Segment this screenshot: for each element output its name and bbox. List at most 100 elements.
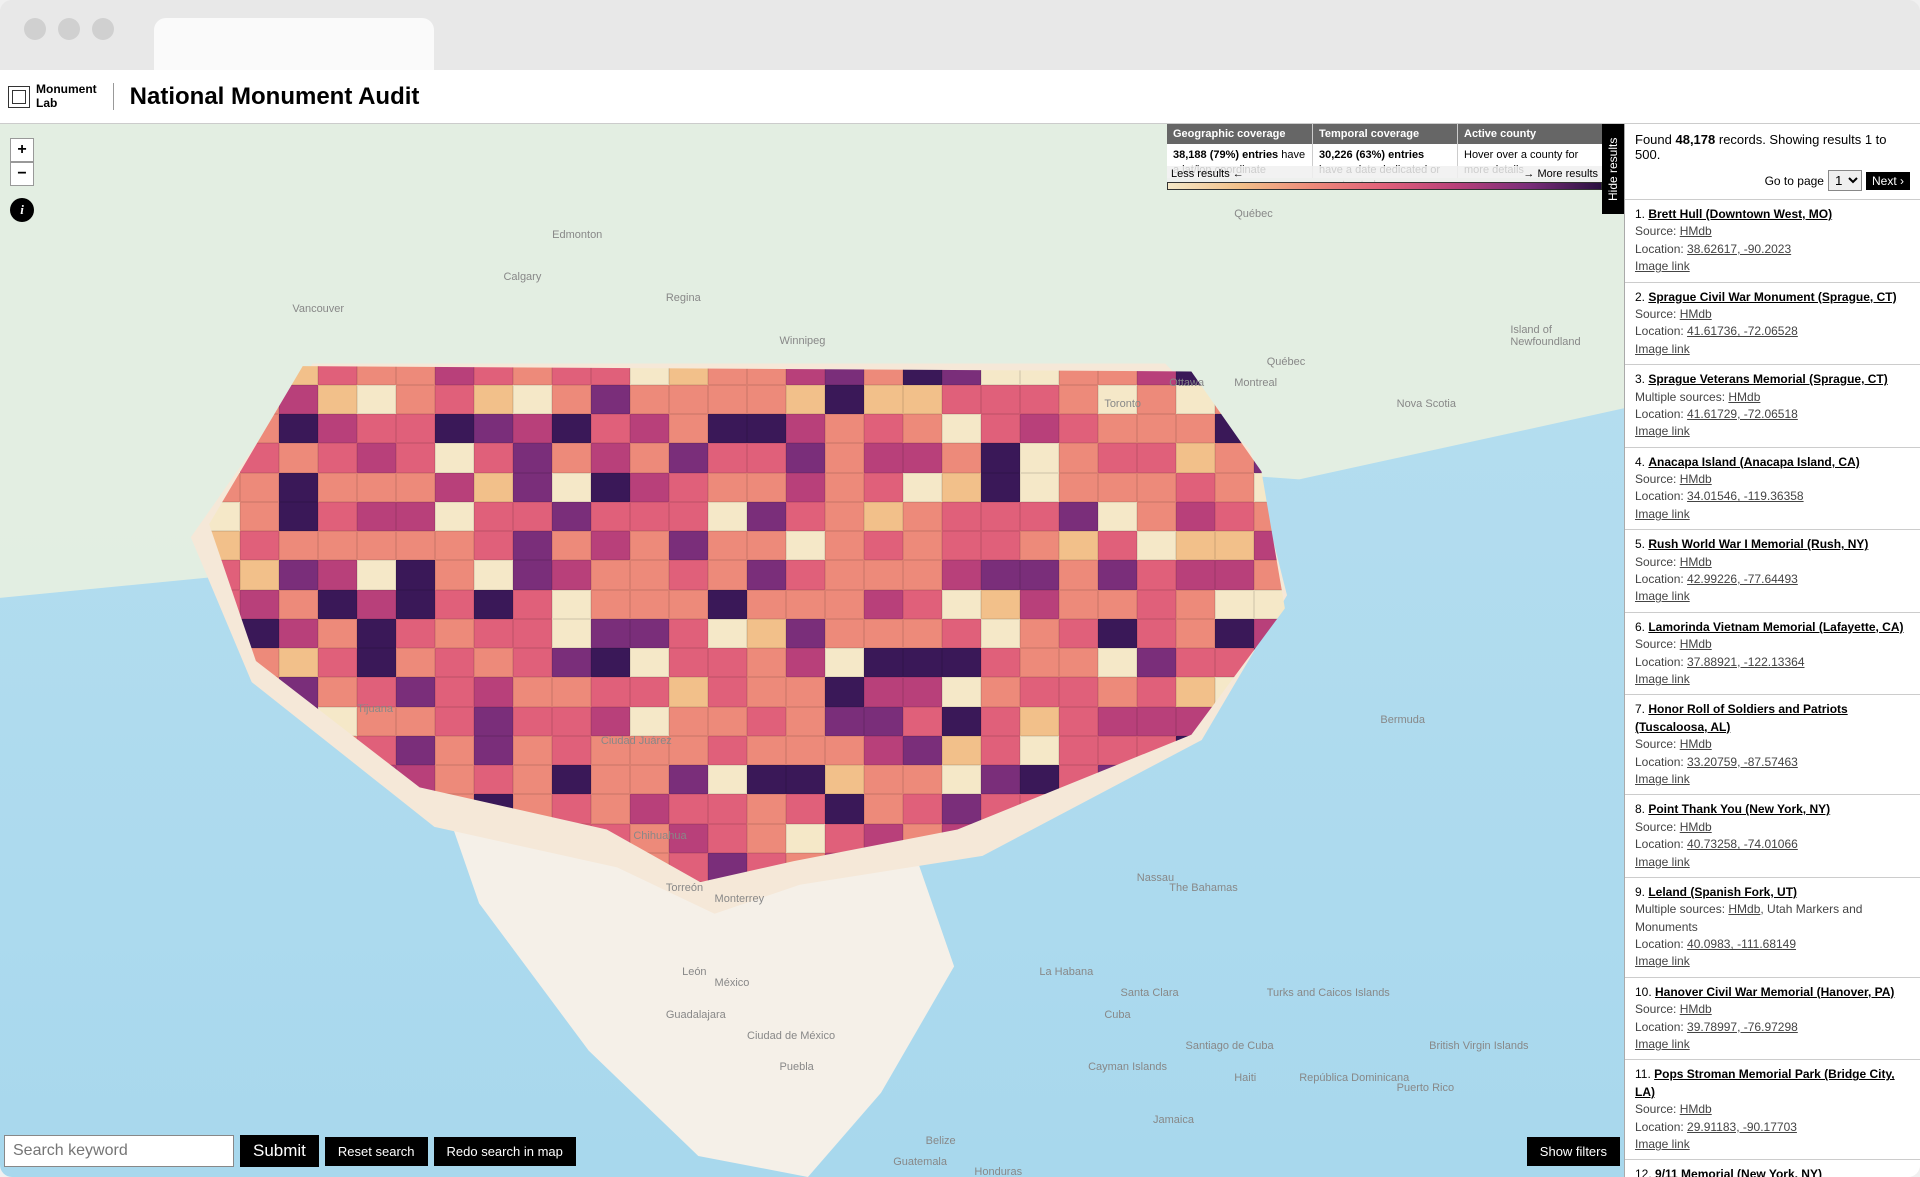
county-cell[interactable] (708, 443, 747, 472)
county-cell[interactable] (903, 414, 942, 443)
county-cell[interactable] (591, 473, 630, 502)
county-cell[interactable] (357, 414, 396, 443)
county-cell[interactable] (1254, 619, 1293, 648)
county-cell[interactable] (1059, 707, 1098, 736)
county-cell[interactable] (630, 502, 669, 531)
county-cell[interactable] (786, 531, 825, 560)
county-cell[interactable] (669, 531, 708, 560)
county-cell[interactable] (1098, 648, 1137, 677)
county-cell[interactable] (864, 794, 903, 823)
county-cell[interactable] (318, 765, 357, 794)
county-cell[interactable] (435, 502, 474, 531)
county-cell[interactable] (669, 794, 708, 823)
info-button[interactable]: i (10, 198, 34, 222)
county-cell[interactable] (1059, 385, 1098, 414)
county-cell[interactable] (1215, 824, 1254, 853)
location-link[interactable]: 41.61736, -72.06528 (1687, 324, 1798, 338)
county-cell[interactable] (864, 619, 903, 648)
county-cell[interactable] (708, 531, 747, 560)
county-cell[interactable] (825, 590, 864, 619)
county-cell[interactable] (1293, 677, 1332, 706)
county-cell[interactable] (279, 560, 318, 589)
county-cell[interactable] (981, 560, 1020, 589)
county-cell[interactable] (357, 385, 396, 414)
county-cell[interactable] (630, 619, 669, 648)
county-cell[interactable] (1215, 765, 1254, 794)
source-link[interactable]: HMdb (1680, 307, 1712, 321)
county-cell[interactable] (1020, 443, 1059, 472)
source-link[interactable]: HMdb (1680, 224, 1712, 238)
county-cell[interactable] (708, 677, 747, 706)
county-cell[interactable] (318, 619, 357, 648)
county-cell[interactable] (162, 619, 201, 648)
county-cell[interactable] (1254, 648, 1293, 677)
county-cell[interactable] (1020, 590, 1059, 619)
county-cell[interactable] (162, 648, 201, 677)
county-cell[interactable] (786, 443, 825, 472)
county-cell[interactable] (747, 824, 786, 853)
county-cell[interactable] (396, 443, 435, 472)
location-link[interactable]: 29.91183, -90.17703 (1687, 1120, 1797, 1134)
image-link[interactable]: Image link (1635, 424, 1690, 438)
county-cell[interactable] (669, 443, 708, 472)
county-cell[interactable] (162, 824, 201, 853)
county-cell[interactable] (1254, 824, 1293, 853)
county-cell[interactable] (435, 619, 474, 648)
county-cell[interactable] (396, 590, 435, 619)
county-cell[interactable] (825, 443, 864, 472)
county-cell[interactable] (1098, 473, 1137, 502)
county-cell[interactable] (318, 473, 357, 502)
county-cell[interactable] (747, 677, 786, 706)
county-cell[interactable] (630, 590, 669, 619)
result-title-link[interactable]: 9/11 Memorial (New York, NY) (1655, 1167, 1822, 1177)
county-cell[interactable] (435, 531, 474, 560)
county-cell[interactable] (1176, 853, 1215, 882)
county-cell[interactable] (708, 707, 747, 736)
county-cell[interactable] (825, 824, 864, 853)
image-link[interactable]: Image link (1635, 672, 1690, 686)
county-cell[interactable] (864, 385, 903, 414)
county-cell[interactable] (279, 765, 318, 794)
county-cell[interactable] (669, 473, 708, 502)
county-cell[interactable] (708, 824, 747, 853)
location-link[interactable]: 33.20759, -87.57463 (1687, 755, 1798, 769)
county-cell[interactable] (669, 736, 708, 765)
county-cell[interactable] (903, 385, 942, 414)
county-cell[interactable] (708, 502, 747, 531)
hide-results-button[interactable]: Hide results (1602, 124, 1624, 214)
county-cell[interactable] (513, 619, 552, 648)
county-cell[interactable] (513, 414, 552, 443)
county-cell[interactable] (162, 736, 201, 765)
county-cell[interactable] (1293, 794, 1332, 823)
county-cell[interactable] (1176, 443, 1215, 472)
result-title-link[interactable]: Rush World War I Memorial (Rush, NY) (1648, 537, 1868, 551)
county-cell[interactable] (1254, 736, 1293, 765)
county-cell[interactable] (942, 707, 981, 736)
county-cell[interactable] (552, 473, 591, 502)
county-cell[interactable] (1059, 619, 1098, 648)
county-cell[interactable] (1137, 443, 1176, 472)
county-cell[interactable] (1176, 531, 1215, 560)
county-cell[interactable] (396, 619, 435, 648)
county-cell[interactable] (1098, 619, 1137, 648)
county-cell[interactable] (825, 707, 864, 736)
county-cell[interactable] (1293, 560, 1332, 589)
county-cell[interactable] (786, 824, 825, 853)
county-cell[interactable] (1059, 677, 1098, 706)
county-cell[interactable] (435, 414, 474, 443)
county-cell[interactable] (435, 443, 474, 472)
county-cell[interactable] (1098, 443, 1137, 472)
county-cell[interactable] (825, 502, 864, 531)
county-cell[interactable] (903, 502, 942, 531)
county-cell[interactable] (1215, 648, 1254, 677)
county-cell[interactable] (1098, 414, 1137, 443)
county-cell[interactable] (357, 531, 396, 560)
county-cell[interactable] (591, 531, 630, 560)
county-cell[interactable] (279, 443, 318, 472)
county-cell[interactable] (474, 473, 513, 502)
county-cell[interactable] (786, 385, 825, 414)
county-cell[interactable] (825, 677, 864, 706)
county-cell[interactable] (1215, 707, 1254, 736)
county-cell[interactable] (942, 385, 981, 414)
county-cell[interactable] (591, 502, 630, 531)
